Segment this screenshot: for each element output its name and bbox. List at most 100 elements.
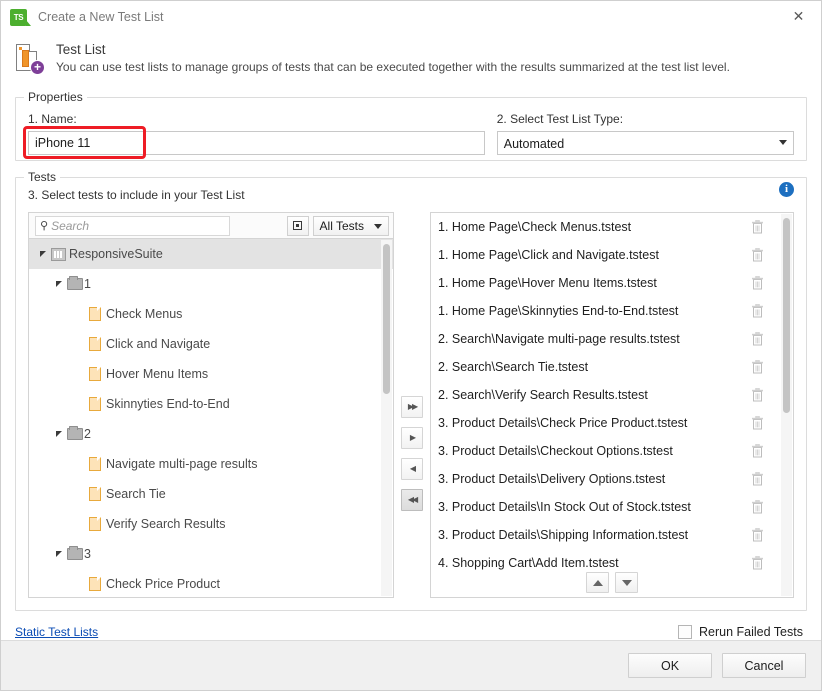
cancel-button[interactable]: Cancel [722, 653, 806, 678]
info-icon[interactable]: i [779, 182, 794, 197]
tree-row-label: Navigate multi-page results [106, 457, 258, 471]
trash-icon[interactable] [743, 360, 771, 374]
tree-row[interactable]: Click and Navigate [29, 329, 393, 359]
name-input[interactable] [28, 131, 485, 155]
chevron-down-icon [779, 140, 787, 145]
test-file-icon [89, 307, 101, 321]
arrow-up-icon [592, 579, 603, 586]
selected-test-row[interactable]: 3. Product Details\In Stock Out of Stock… [431, 493, 793, 521]
tree-row-label: 3 [84, 547, 91, 561]
tree-row-label: Check Menus [106, 307, 183, 321]
selected-test-label: 2. Search\Navigate multi-page results.ts… [438, 332, 680, 346]
test-file-icon [89, 577, 101, 591]
trash-icon[interactable] [743, 500, 771, 514]
tests-tree[interactable]: ResponsiveSuite 1 Check Menus Click and Nav… [28, 238, 394, 598]
tests-filter-label: All Tests [319, 218, 364, 233]
selected-test-row[interactable]: 3. Product Details\Shipping Information.… [431, 521, 793, 549]
selected-test-row[interactable]: 2. Search\Search Tie.tstest [431, 353, 793, 381]
tree-row[interactable]: Skinnyties End-to-End [29, 389, 393, 419]
test-studio-logo-icon: TS [10, 8, 31, 26]
column-chooser-button[interactable] [286, 215, 309, 236]
tests-group: Tests 3. Select tests to include in your… [15, 170, 807, 611]
trash-icon[interactable] [743, 220, 771, 234]
add-selected-button[interactable]: ▶ [401, 426, 423, 449]
tree-row[interactable]: Search Tie [29, 479, 393, 509]
trash-icon[interactable] [743, 528, 771, 542]
trash-icon[interactable] [743, 248, 771, 262]
trash-icon[interactable] [743, 472, 771, 486]
selected-test-label: 2. Search\Verify Search Results.tstest [438, 388, 648, 402]
remove-all-button[interactable]: ◀◀ [401, 488, 423, 511]
selected-test-row[interactable]: 1. Home Page\Check Menus.tstest [431, 213, 793, 241]
selected-test-row[interactable]: 3. Product Details\Checkout Options.tste… [431, 437, 793, 465]
arrow-glyph-icon: ▶▶ [407, 402, 418, 411]
page-title: Test List [56, 42, 106, 57]
trash-icon[interactable] [743, 304, 771, 318]
trash-icon[interactable] [743, 416, 771, 430]
expander-triangle-icon[interactable] [51, 431, 67, 437]
arrow-glyph-icon: ▶ [409, 433, 416, 442]
add-all-button[interactable]: ▶▶ [401, 395, 423, 418]
window-title: Create a New Test List [38, 10, 164, 24]
test-file-icon [89, 397, 101, 411]
tests-filter-dropdown[interactable]: All Tests [312, 215, 389, 236]
ok-button[interactable]: OK [628, 653, 712, 678]
tree-row[interactable]: Check Menus [29, 299, 393, 329]
trash-icon[interactable] [743, 388, 771, 402]
tree-row-label: ResponsiveSuite [69, 247, 163, 261]
search-input[interactable]: ⚲ Search [35, 215, 230, 236]
move-up-button[interactable] [586, 572, 609, 593]
static-test-lists-link[interactable]: Static Test Lists [15, 625, 98, 639]
selected-test-label: 3. Product Details\Shipping Information.… [438, 528, 689, 542]
trash-icon[interactable] [743, 556, 771, 570]
expander-triangle-icon[interactable] [51, 281, 67, 287]
selected-test-row[interactable]: 1. Home Page\Click and Navigate.tstest [431, 241, 793, 269]
selected-test-row[interactable]: 2. Search\Navigate multi-page results.ts… [431, 325, 793, 353]
transfer-button-group: ▶▶ ▶ ◀ ◀◀ [394, 212, 430, 598]
tree-row-label: Click and Navigate [106, 337, 211, 351]
selected-test-row[interactable]: 1. Home Page\Hover Menu Items.tstest [431, 269, 793, 297]
selected-test-row[interactable]: 2. Search\Verify Search Results.tstest [431, 381, 793, 409]
arrow-glyph-icon: ◀ [409, 464, 416, 473]
tree-row[interactable]: 1 [29, 269, 393, 299]
move-down-button[interactable] [615, 572, 638, 593]
selected-test-row[interactable]: 1. Home Page\Skinnyties End-to-End.tstes… [431, 297, 793, 325]
tree-row-label: Check Price Product [106, 577, 220, 591]
selected-test-label: 3. Product Details\Delivery Options.tste… [438, 472, 666, 486]
arrow-glyph-icon: ◀◀ [407, 495, 418, 504]
test-list-type-select[interactable]: Automated [496, 131, 794, 155]
test-file-icon [89, 367, 101, 381]
selected-test-label: 3. Product Details\Checkout Options.tste… [438, 444, 673, 458]
tree-row-label: Skinnyties End-to-End [106, 397, 230, 411]
remove-selected-button[interactable]: ◀ [401, 457, 423, 480]
tree-row[interactable]: Verify Search Results [29, 509, 393, 539]
selected-test-label: 1. Home Page\Skinnyties End-to-End.tstes… [438, 304, 679, 318]
selected-test-label: 1. Home Page\Hover Menu Items.tstest [438, 276, 657, 290]
rerun-failed-tests-checkbox[interactable] [678, 625, 692, 639]
selected-test-row[interactable]: 3. Product Details\Delivery Options.tste… [431, 465, 793, 493]
selected-test-row[interactable]: 3. Product Details\Check Price Product.t… [431, 409, 793, 437]
title-bar: TS Create a New Test List ✕ [1, 1, 821, 33]
tree-row[interactable]: Navigate multi-page results [29, 449, 393, 479]
expander-triangle-icon[interactable] [35, 251, 51, 257]
tree-row[interactable]: 3 [29, 539, 393, 569]
test-file-icon [89, 487, 101, 501]
selected-scroll-thumb[interactable] [783, 218, 790, 413]
selected-tests-pane[interactable]: 1. Home Page\Check Menus.tstest 1. Home P… [430, 212, 794, 598]
tree-row[interactable]: Check Price Product [29, 569, 393, 597]
tree-scroll-thumb[interactable] [383, 244, 390, 394]
close-icon[interactable]: ✕ [776, 1, 821, 31]
selected-test-label: 1. Home Page\Click and Navigate.tstest [438, 248, 659, 262]
trash-icon[interactable] [743, 444, 771, 458]
expander-triangle-icon[interactable] [51, 551, 67, 557]
tests-instruction: 3. Select tests to include in your Test … [28, 188, 245, 202]
tree-scrollbar[interactable] [381, 240, 392, 596]
trash-icon[interactable] [743, 276, 771, 290]
tree-row[interactable]: ResponsiveSuite [29, 239, 393, 269]
tree-row[interactable]: Hover Menu Items [29, 359, 393, 389]
tree-row[interactable]: 2 [29, 419, 393, 449]
selected-scrollbar[interactable] [781, 214, 792, 596]
tree-row-label: Hover Menu Items [106, 367, 209, 381]
trash-icon[interactable] [743, 332, 771, 346]
search-icon: ⚲ [40, 220, 49, 232]
